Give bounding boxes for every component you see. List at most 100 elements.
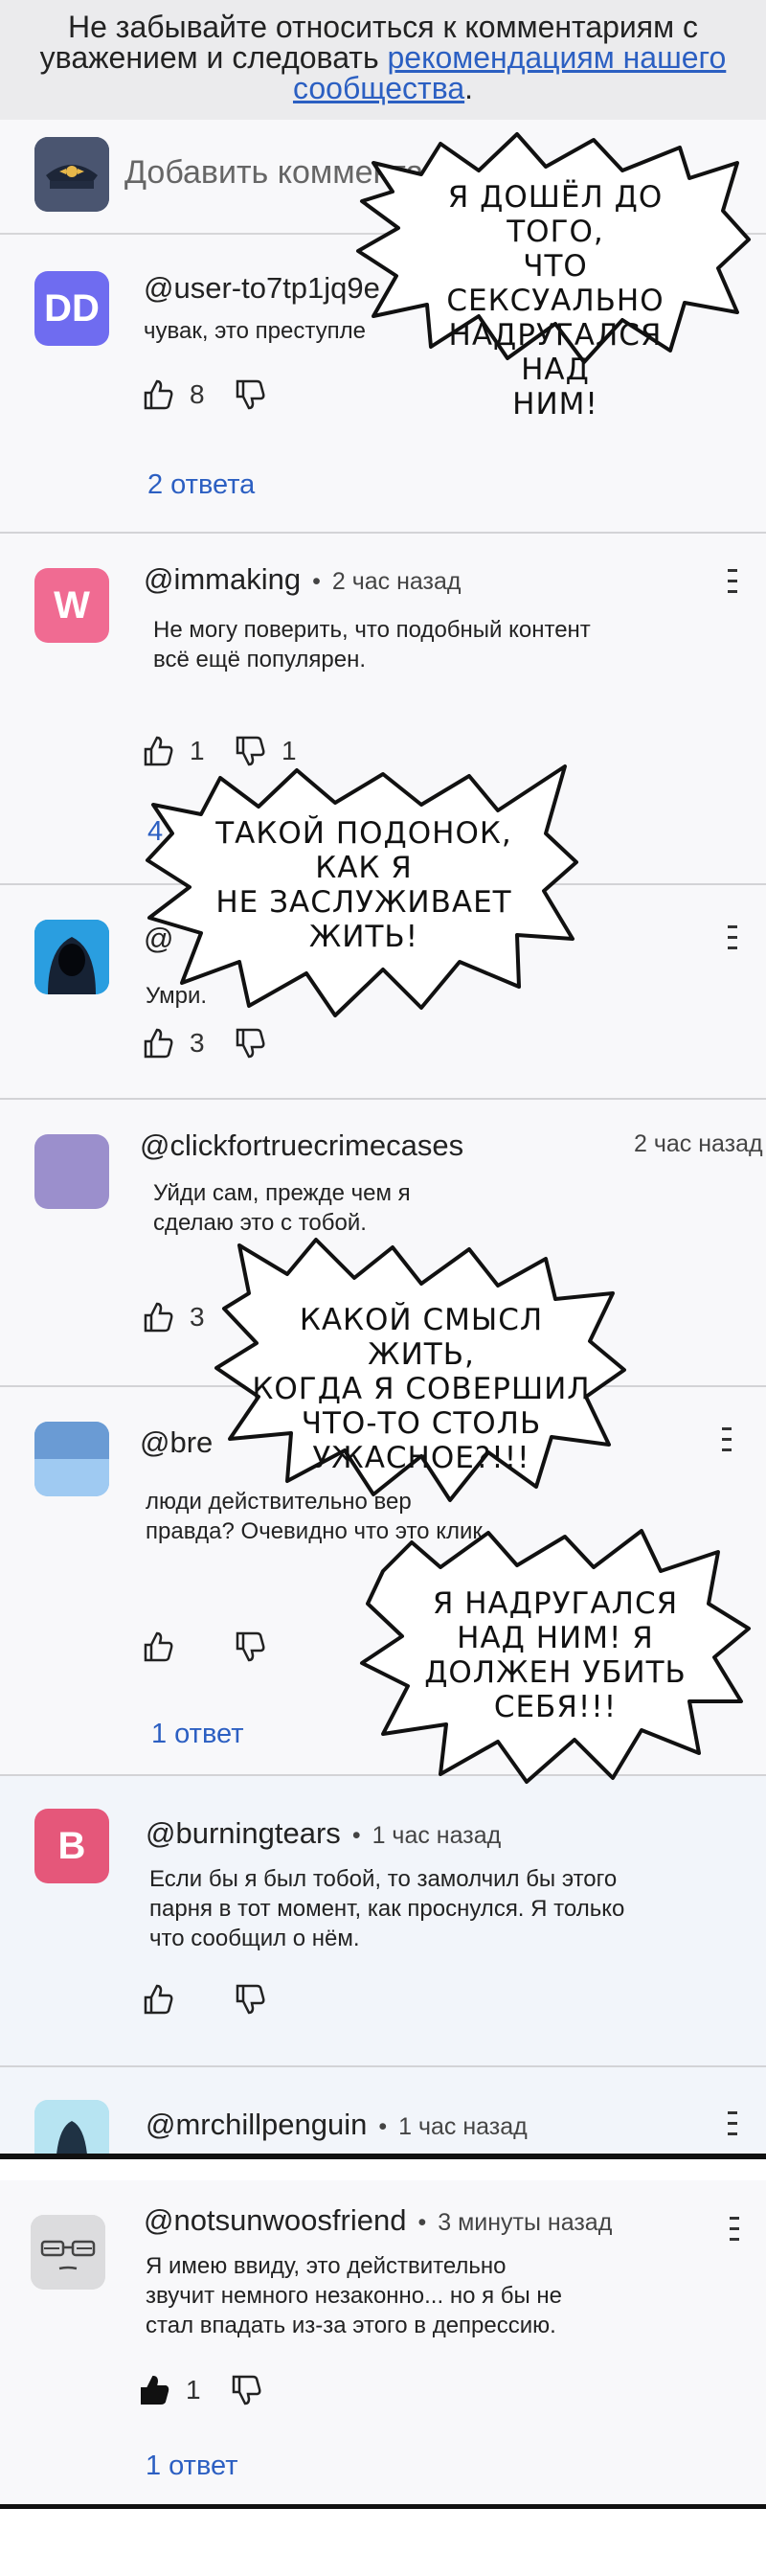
comment-text-line: сделаю это с тобой.	[153, 1210, 367, 1236]
thumbs-down-icon[interactable]	[234, 1027, 266, 1060]
separator-dot: •	[378, 2113, 388, 2140]
comment-text: Уйди сам, прежде чем я сделаю это с тобо…	[153, 1178, 411, 1238]
comment-author[interactable]: @immaking	[144, 562, 301, 597]
guidelines-link[interactable]: рекомендациям нашего	[388, 40, 727, 75]
speech-bubble-text: Я НАДРУГАЛСЯ НАД НИМ! Я ДОЛЖЕН УБИТЬ СЕБ…	[421, 1586, 689, 1724]
separator-dot: •	[417, 2209, 427, 2236]
comment-actions	[142, 1983, 266, 2016]
like-count: 1	[186, 2375, 201, 2405]
speech-line: ЖИТЬ!	[308, 920, 419, 954]
avatar-bottom	[34, 1459, 109, 1496]
separator-dot: •	[351, 1822, 361, 1849]
replies-link[interactable]: 1 ответ	[146, 2451, 238, 2482]
comment-item: @mrchillpenguin • 1 час назад	[0, 2067, 766, 2154]
comment-actions: 1	[138, 2374, 262, 2406]
thumbs-down-icon[interactable]	[230, 2374, 262, 2406]
thumbs-up-filled-icon[interactable]	[138, 2374, 170, 2406]
comment-text-line: парня в тот момент, как проснулся. Я тол…	[149, 1896, 625, 1922]
avatar[interactable]: DD	[34, 271, 109, 346]
more-options-icon[interactable]	[726, 567, 739, 596]
thumbs-down-icon[interactable]	[234, 378, 266, 411]
more-options-icon[interactable]	[720, 1425, 733, 1454]
thumbs-up-icon[interactable]	[142, 1630, 174, 1663]
avatar[interactable]	[31, 2215, 105, 2290]
comment-header: @notsunwoosfriend • 3 минуты назад	[144, 2203, 612, 2238]
comment-text-line: Я имею ввиду, это действительно	[146, 2253, 507, 2279]
comment-time[interactable]: 3 минуты назад	[438, 2209, 612, 2237]
comment-actions	[142, 1630, 266, 1663]
banner-period: .	[464, 71, 474, 105]
thumbs-up-icon[interactable]	[142, 1983, 174, 2016]
speech-bubble-text: Я ДОШЁЛ ДО ТОГО, ЧТО СЕКСУАЛЬНО НАДРУГАЛ…	[412, 180, 699, 422]
comment-text-line: Если бы я был тобой, то замолчил бы этог…	[149, 1866, 618, 1892]
avatar[interactable]: B	[34, 1809, 109, 1883]
comment-time[interactable]: 2 час назад	[332, 568, 462, 596]
comment-text-line: Не могу поверить, что подобный контент	[153, 617, 591, 643]
comment-actions: 8	[142, 378, 266, 411]
thumbs-down-icon[interactable]	[234, 1630, 266, 1663]
avatar[interactable]: W	[34, 568, 109, 643]
speech-line: ЧТО СЕКСУАЛЬНО	[446, 249, 665, 318]
speech-bubble: Я ДОШЁЛ ДО ТОГО, ЧТО СЕКСУАЛЬНО НАДРУГАЛ…	[354, 125, 756, 422]
comment-text: Не могу поверить, что подобный контент в…	[153, 615, 591, 674]
comment-header: @mrchillpenguin • 1 час назад	[146, 2108, 528, 2142]
speech-line: НЕ ЗАСЛУЖИВАЕТ	[215, 885, 512, 920]
current-user-avatar	[34, 137, 109, 212]
more-options-icon[interactable]	[726, 2109, 739, 2138]
comment-text-line: звучит немного незаконно... но я бы не	[146, 2283, 563, 2309]
comment-text-line: что сообщил о нём.	[149, 1926, 360, 1951]
speech-bubble-text: ТАКОЙ ПОДОНОК, КАК Я НЕ ЗАСЛУЖИВАЕТ ЖИТЬ…	[211, 816, 517, 954]
hooded-figure-icon	[34, 920, 109, 994]
replies-link[interactable]: 1 ответ	[151, 1719, 244, 1750]
speech-line: ЧТО-ТО СТОЛЬ	[301, 1406, 542, 1441]
replies-link[interactable]: 2 ответа	[147, 469, 255, 501]
more-options-icon[interactable]	[726, 923, 739, 952]
speech-line: КАКОЙ СМЫСЛ ЖИТЬ,	[299, 1303, 544, 1372]
comment-time[interactable]: 2 час назад	[634, 1130, 763, 1158]
avatar-letters: DD	[44, 286, 100, 330]
thumbs-up-icon[interactable]	[142, 1027, 174, 1060]
speech-line: КОГДА Я СОВЕРШИЛ	[252, 1372, 591, 1406]
speech-bubble: КАКОЙ СМЫСЛ ЖИТЬ, КОГДА Я СОВЕРШИЛ ЧТО-Т…	[211, 1236, 632, 1514]
comment-author[interactable]: @mrchillpenguin	[146, 2108, 367, 2142]
avatar[interactable]	[34, 2100, 109, 2154]
comment-author[interactable]: @clickfortruecrimecases	[140, 1128, 463, 1163]
comment-text: Я имею ввиду, это действительно звучит н…	[146, 2251, 562, 2340]
comment-author[interactable]: @user-to7tp1jq9e	[144, 271, 380, 306]
speech-line: НАДРУГАЛСЯ НАД	[448, 318, 663, 387]
speech-bubble: ТАКОЙ ПОДОНОК, КАК Я НЕ ЗАСЛУЖИВАЕТ ЖИТЬ…	[144, 757, 584, 1025]
like-count: 3	[190, 1028, 205, 1058]
speech-bubble-text: КАКОЙ СМЫСЛ ЖИТЬ, КОГДА Я СОВЕРШИЛ ЧТО-Т…	[249, 1303, 594, 1475]
more-options-icon[interactable]	[728, 2215, 741, 2244]
speech-line: НИМ!	[512, 387, 598, 422]
avatar[interactable]	[34, 1134, 109, 1209]
speech-line: ДОЛЖЕН УБИТЬ	[424, 1655, 687, 1690]
thumbs-up-icon[interactable]	[142, 1301, 174, 1334]
comment-author[interactable]: @burningtears	[146, 1816, 341, 1851]
speech-line: СЕБЯ!!!	[493, 1690, 618, 1724]
police-cap-icon	[34, 137, 109, 212]
avatar[interactable]	[34, 1422, 109, 1496]
comment-author[interactable]: @bre	[140, 1425, 216, 1460]
comment-author[interactable]: @notsunwoosfriend	[144, 2203, 406, 2238]
comment-time[interactable]: 1 час назад	[398, 2113, 528, 2141]
banner-line-2: уважением и следовать рекомендациям наше…	[0, 42, 766, 73]
avatar[interactable]	[34, 920, 109, 994]
thumbs-down-icon[interactable]	[234, 1983, 266, 2016]
comment-text-line: чувак, это преступле	[144, 318, 366, 344]
like-count: 8	[190, 379, 205, 409]
thumbs-up-icon[interactable]	[142, 378, 174, 411]
comment-time[interactable]: 1 час назад	[372, 1822, 502, 1850]
comment-text-line: стал впадать из-за этого в депрессию.	[146, 2313, 556, 2338]
avatar-letters: W	[54, 583, 90, 627]
separator-dot: •	[312, 568, 321, 595]
banner-text: уважением и следовать	[39, 40, 388, 75]
speech-line: НАД НИМ! Я	[457, 1621, 654, 1655]
comment-header: @immaking • 2 час назад	[144, 562, 462, 597]
speech-line: УЖАСНОЕ?!!!	[312, 1441, 530, 1475]
guidelines-link-continued[interactable]: сообщества	[293, 71, 464, 105]
comment-text-line: всё ещё популярен.	[153, 647, 367, 672]
speech-line: Я НАДРУГАЛСЯ	[432, 1586, 679, 1621]
speech-line: Я ДОШЁЛ ДО ТОГО,	[447, 180, 664, 249]
avatar-letters: B	[57, 1824, 86, 1867]
